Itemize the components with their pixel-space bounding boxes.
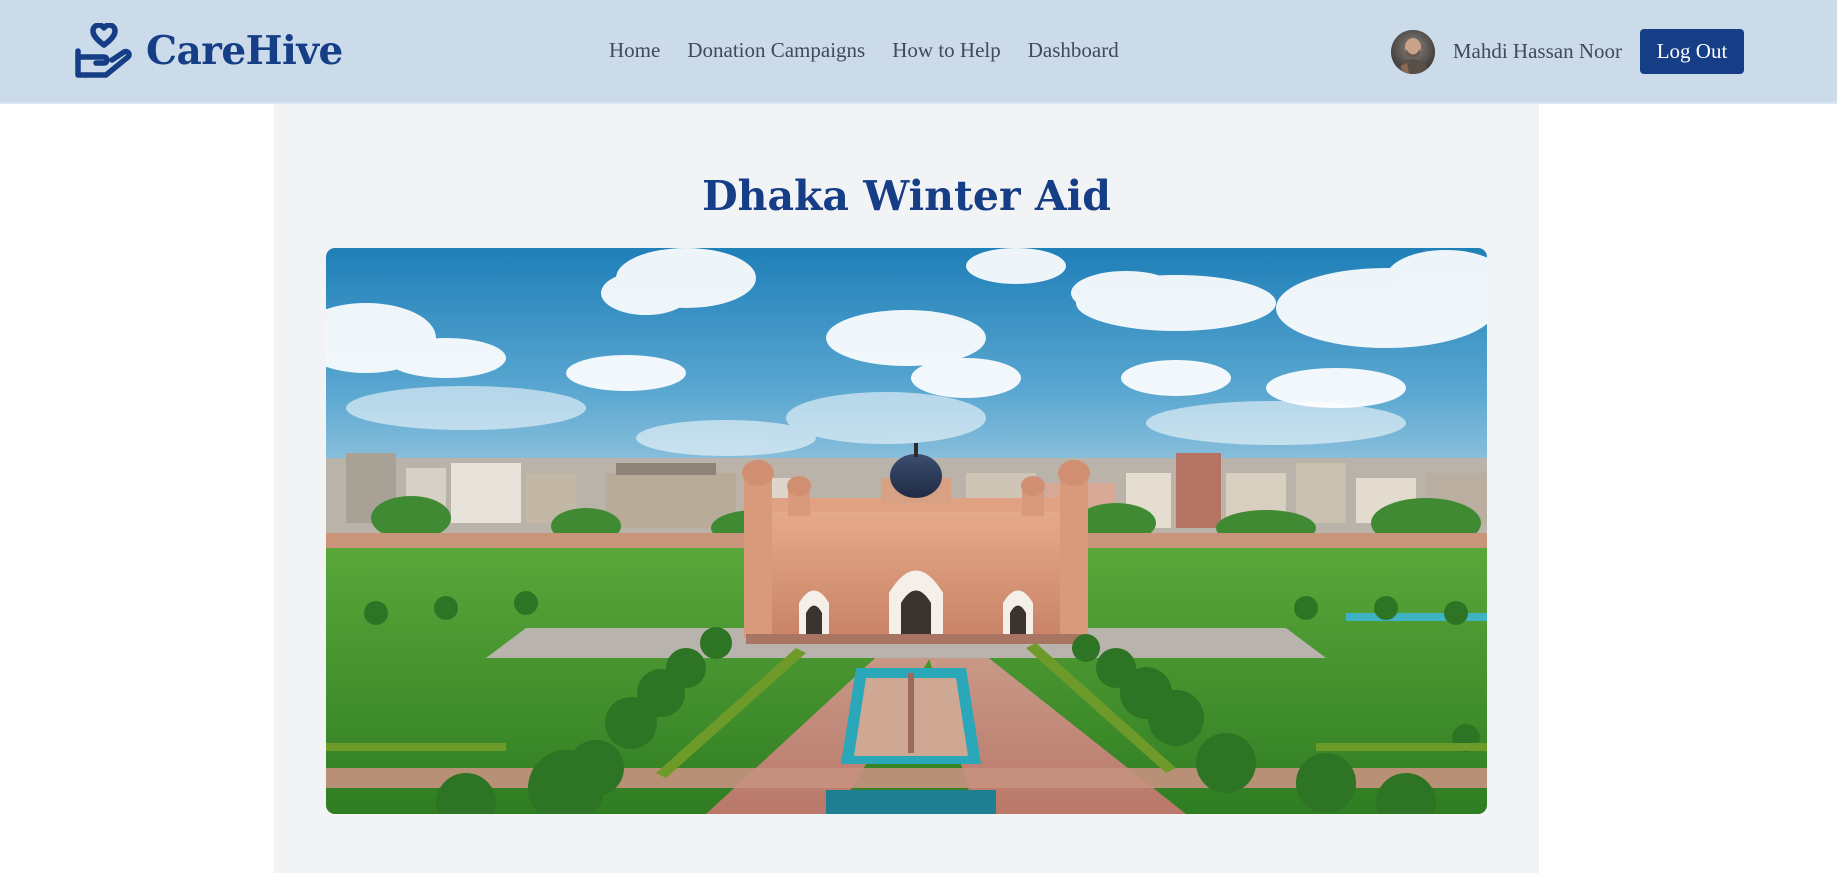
nav-link-home[interactable]: Home — [609, 38, 660, 63]
navbar: CareHive Home Donation Campaigns How to … — [0, 0, 1837, 104]
logout-button[interactable]: Log Out — [1640, 29, 1744, 74]
nav-link-donation-campaigns[interactable]: Donation Campaigns — [687, 38, 865, 63]
nav-link-how-to-help[interactable]: How to Help — [892, 38, 1001, 63]
campaign-detail-card: Dhaka Winter Aid — [274, 104, 1539, 873]
campaign-title: Dhaka Winter Aid — [702, 172, 1111, 220]
hand-heart-icon — [74, 23, 134, 79]
brand-name: CareHive — [146, 28, 343, 74]
main-nav: Home Donation Campaigns How to Help Dash… — [609, 38, 1119, 63]
user-area: Mahdi Hassan Noor Log Out — [1390, 29, 1744, 74]
user-name: Mahdi Hassan Noor — [1452, 39, 1622, 63]
avatar[interactable] — [1390, 29, 1435, 74]
campaign-image — [326, 248, 1487, 814]
brand-logo-link[interactable]: CareHive — [74, 22, 343, 80]
nav-link-dashboard[interactable]: Dashboard — [1028, 38, 1119, 63]
